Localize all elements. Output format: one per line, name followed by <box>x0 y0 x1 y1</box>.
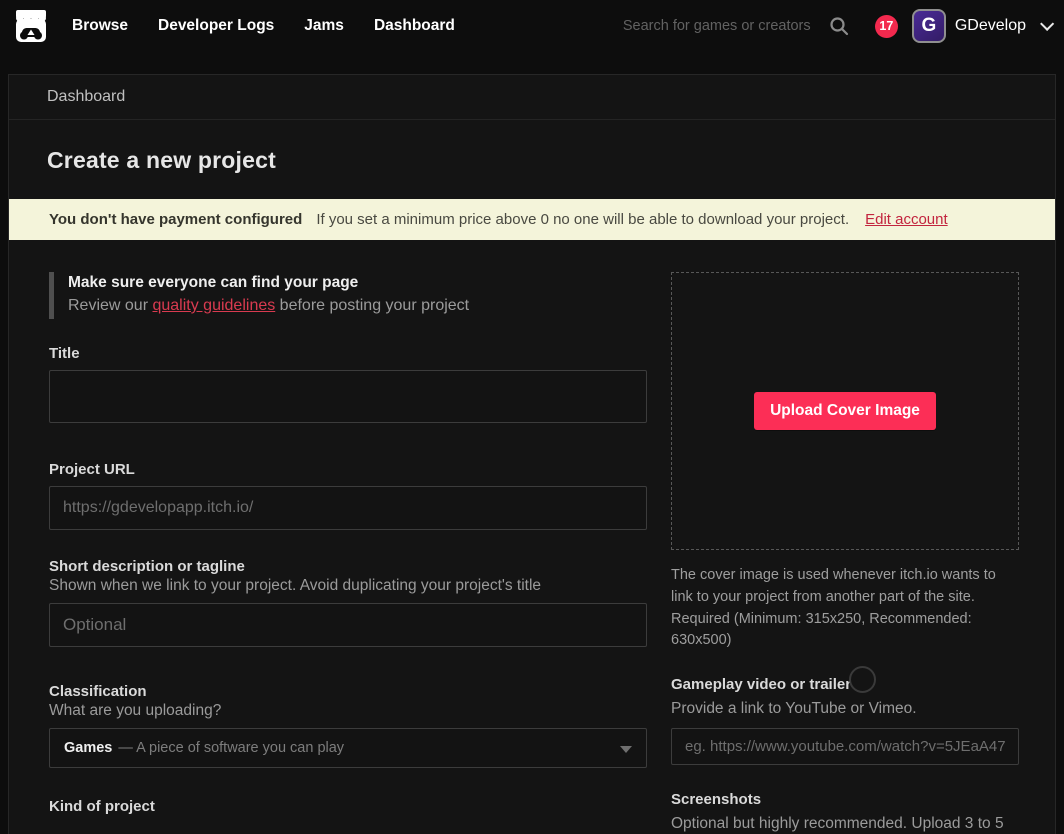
classification-field-group: Classification What are you uploading? G… <box>49 683 647 768</box>
quality-guidelines-link[interactable]: quality guidelines <box>152 297 275 314</box>
kind-of-project-label: Kind of project <box>49 798 647 815</box>
nav-link-jams[interactable]: Jams <box>304 17 344 35</box>
guidelines-post: before posting your project <box>275 297 469 314</box>
dropdown-arrow-icon <box>620 746 632 753</box>
edit-account-link[interactable]: Edit account <box>865 211 948 228</box>
screenshots-label: Screenshots <box>671 791 1019 808</box>
short-description-label: Short description or tagline <box>49 558 647 575</box>
title-label: Title <box>49 345 647 362</box>
form-left-column: Make sure everyone can find your page Re… <box>49 272 647 834</box>
nav-link-dashboard[interactable]: Dashboard <box>374 17 455 35</box>
nav-links: Browse Developer Logs Jams Dashboard <box>72 17 455 35</box>
main-panel: Dashboard Create a new project You don't… <box>8 74 1056 834</box>
search-icon[interactable] <box>829 16 849 36</box>
title-input[interactable] <box>49 370 647 423</box>
breadcrumb-bar: Dashboard <box>9 75 1055 120</box>
top-nav: Browse Developer Logs Jams Dashboard 17 … <box>0 0 1064 52</box>
itchio-logo-icon <box>11 6 51 46</box>
nav-link-browse[interactable]: Browse <box>72 17 128 35</box>
gameplay-video-label: Gameplay video or trailer <box>671 676 1019 693</box>
short-description-input[interactable] <box>49 603 647 647</box>
form-right-column: Upload Cover Image The cover image is us… <box>671 272 1019 834</box>
classification-select[interactable]: Games — A piece of software you can play <box>49 728 647 768</box>
itchio-logo[interactable] <box>10 5 52 47</box>
payment-warning-banner: You don't have payment configured If you… <box>9 199 1055 240</box>
banner-text: If you set a minimum price above 0 no on… <box>316 211 849 228</box>
search-input[interactable] <box>623 18 819 34</box>
short-description-help: Shown when we link to your project. Avoi… <box>49 577 647 595</box>
search-bar <box>623 16 849 36</box>
project-url-field-group: Project URL <box>49 461 647 530</box>
classification-value-desc: — A piece of software you can play <box>118 740 344 756</box>
guidelines-subtitle: Review our quality guidelines before pos… <box>68 297 647 315</box>
page-title: Create a new project <box>47 147 1017 174</box>
notification-badge[interactable]: 17 <box>875 15 898 38</box>
short-description-field-group: Short description or tagline Shown when … <box>49 558 647 647</box>
gameplay-video-input[interactable] <box>671 728 1019 765</box>
form-content: Make sure everyone can find your page Re… <box>9 240 1055 834</box>
title-field-group: Title <box>49 345 647 427</box>
cover-image-help: The cover image is used whenever itch.io… <box>671 565 1019 652</box>
chevron-down-icon[interactable] <box>1040 17 1054 31</box>
upload-cover-image-button[interactable]: Upload Cover Image <box>754 392 936 430</box>
breadcrumb[interactable]: Dashboard <box>47 88 125 105</box>
classification-label: Classification <box>49 683 647 700</box>
classification-value: Games <box>64 740 112 756</box>
screenshots-help: Optional but highly recommended. Upload … <box>671 815 1019 834</box>
banner-bold-text: You don't have payment configured <box>49 211 302 228</box>
cover-image-dropzone[interactable]: Upload Cover Image <box>671 272 1019 550</box>
quality-guidelines-callout: Make sure everyone can find your page Re… <box>49 272 647 319</box>
username[interactable]: GDevelop <box>955 17 1026 35</box>
project-url-input[interactable] <box>49 486 647 530</box>
classification-help: What are you uploading? <box>49 702 647 720</box>
guidelines-pre: Review our <box>68 297 152 314</box>
project-url-label: Project URL <box>49 461 647 478</box>
guidelines-title: Make sure everyone can find your page <box>68 274 647 292</box>
avatar[interactable]: G <box>912 9 946 43</box>
gameplay-video-help: Provide a link to YouTube or Vimeo. <box>671 700 1019 718</box>
nav-link-developer-logs[interactable]: Developer Logs <box>158 17 274 35</box>
page-header: Create a new project <box>9 120 1055 199</box>
